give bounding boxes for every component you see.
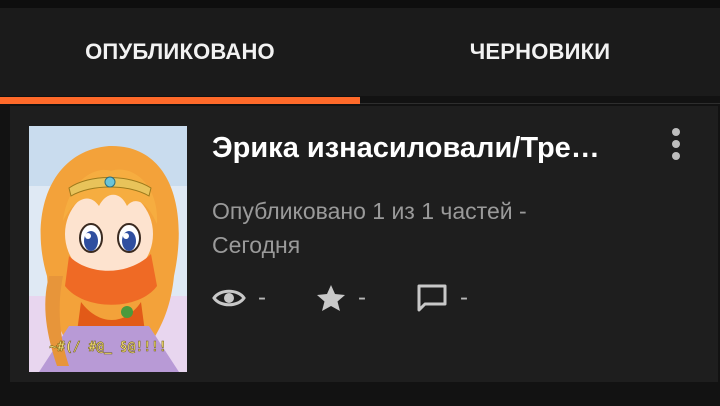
more-options-button[interactable] (660, 124, 692, 164)
votes-stat: - (316, 278, 366, 318)
status-bar-strip (0, 0, 720, 8)
story-title[interactable]: Эрика изнасиловали/Тре… (212, 132, 632, 165)
cover-overlay-text: ~#(/ #@_ §@!!!! (49, 340, 166, 355)
views-stat: - (212, 278, 266, 318)
eye-icon (212, 289, 246, 307)
comment-icon (417, 284, 447, 312)
screen: ОПУБЛИКОВАНО ЧЕРНОВИКИ ~#(/ #@_ §@!!!! Э… (0, 0, 720, 406)
more-vertical-icon (672, 128, 680, 160)
active-tab-indicator (0, 97, 360, 104)
tab-bar: ОПУБЛИКОВАНО ЧЕРНОВИКИ (0, 8, 720, 104)
tab-published[interactable]: ОПУБЛИКОВАНО (0, 8, 360, 96)
comments-count: - (460, 284, 468, 311)
status-line-published: Опубликовано 1 из 1 частей - (212, 198, 527, 224)
tab-divider (360, 103, 720, 104)
star-icon (317, 285, 345, 311)
story-status: Опубликовано 1 из 1 частей - Сегодня (212, 194, 632, 262)
cover-illustration: ~#(/ #@_ §@!!!! (29, 126, 187, 372)
comments-stat: - (416, 278, 468, 318)
votes-count: - (358, 284, 366, 311)
story-cover-image[interactable]: ~#(/ #@_ §@!!!! (29, 126, 187, 372)
tab-drafts[interactable]: ЧЕРНОВИКИ (360, 8, 720, 96)
views-count: - (258, 284, 266, 311)
status-line-date: Сегодня (212, 232, 301, 258)
